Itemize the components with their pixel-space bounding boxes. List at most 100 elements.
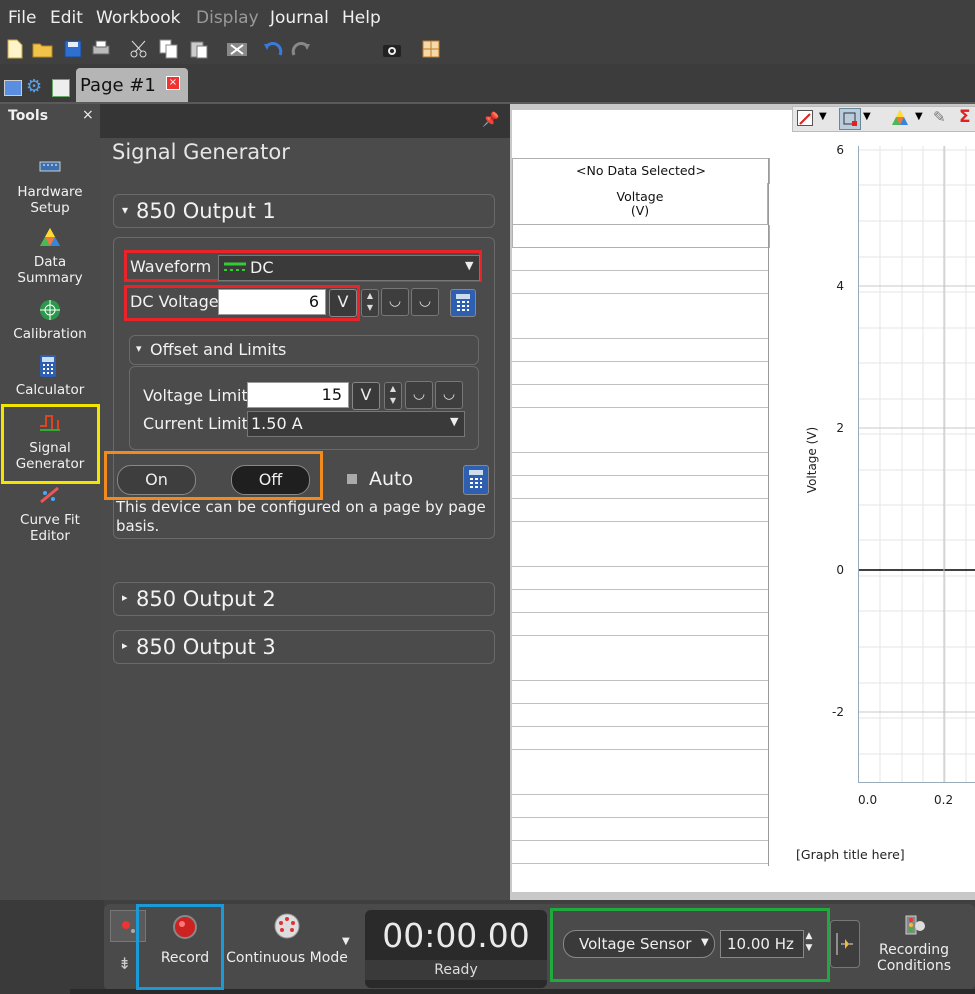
scale-to-fit-icon[interactable]	[797, 110, 813, 126]
tools-close-icon[interactable]: ×	[82, 107, 94, 123]
table-row[interactable]	[512, 430, 768, 454]
chevron-down-icon[interactable]: ▼	[863, 111, 871, 122]
table-row[interactable]	[512, 818, 768, 841]
table-row[interactable]	[512, 544, 768, 568]
table-row[interactable]	[512, 362, 768, 385]
chevron-down-icon[interactable]: ▼	[819, 111, 827, 122]
table-row[interactable]	[512, 795, 768, 819]
menu-journal[interactable]: Journal	[270, 8, 329, 28]
table-row[interactable]	[512, 681, 768, 705]
y-tick: -2	[832, 705, 844, 719]
table-row[interactable]	[512, 612, 768, 636]
table-row[interactable]	[512, 726, 768, 750]
dc-voltage-unit[interactable]: V	[329, 289, 357, 317]
output-3-header[interactable]: ▸ 850 Output 3	[113, 630, 495, 664]
calculator-icon[interactable]	[450, 289, 476, 317]
step-down-icon[interactable]: ◡	[405, 381, 433, 409]
chevron-down-icon[interactable]: ▼	[915, 111, 923, 122]
tab-page-1[interactable]: Page #1 ×	[76, 68, 188, 102]
table-row[interactable]	[512, 248, 768, 271]
on-button[interactable]: On	[117, 465, 196, 495]
menu-help[interactable]: Help	[342, 8, 381, 28]
sum-icon[interactable]: Σ	[959, 107, 971, 127]
dc-voltage-input[interactable]: 6	[218, 289, 326, 315]
page-grid-icon[interactable]	[52, 79, 70, 97]
table-row[interactable]	[512, 407, 768, 431]
tool-hardware-setup[interactable]: Hardware Setup	[0, 156, 100, 216]
annotation-icon[interactable]: ✎	[933, 108, 946, 126]
table-row[interactable]	[512, 498, 768, 522]
voltage-limit-input[interactable]: 15	[247, 382, 349, 408]
current-limit-select[interactable]: 1.50 A ▼	[247, 411, 465, 437]
waveform-select[interactable]: DC ▼	[218, 255, 480, 281]
pin-icon[interactable]: 📌	[482, 112, 499, 128]
table-row[interactable]	[512, 293, 768, 317]
delete-icon[interactable]	[226, 38, 248, 60]
menu-display[interactable]: Display	[196, 8, 259, 28]
table-row[interactable]	[512, 749, 768, 773]
graph-title[interactable]: [Graph title here]	[796, 847, 905, 862]
data-selection-icon[interactable]	[839, 108, 861, 130]
table-data-selector[interactable]: <No Data Selected>	[512, 158, 770, 184]
output-1-header[interactable]: ▾ 850 Output 1	[113, 194, 495, 228]
table-row[interactable]	[512, 635, 768, 659]
gear-icon[interactable]: ⚙	[26, 76, 42, 97]
table-row[interactable]	[512, 476, 768, 499]
table-empty-row[interactable]	[512, 225, 770, 248]
table-row[interactable]	[512, 840, 768, 864]
table-row[interactable]	[512, 339, 768, 363]
tool-calculator[interactable]: Calculator	[0, 354, 100, 398]
auto-checkbox[interactable]	[347, 474, 357, 484]
menu-workbook[interactable]: Workbook	[96, 8, 181, 28]
tool-label: Data Summary	[17, 254, 83, 286]
workbook-grid-icon[interactable]	[420, 38, 442, 60]
menu-file[interactable]: File	[8, 8, 36, 28]
output-2-header[interactable]: ▸ 850 Output 2	[113, 582, 495, 616]
dc-voltage-stepper[interactable]: ▲ ▼	[361, 289, 379, 317]
output-1-title: 850 Output 1	[136, 199, 276, 223]
voltage-limit-unit[interactable]: V	[352, 382, 380, 410]
y-axis-label[interactable]: Voltage (V)	[805, 415, 819, 505]
table-row[interactable]	[512, 704, 768, 727]
voltage-limit-stepper[interactable]: ▲ ▼	[384, 382, 402, 410]
table-row[interactable]	[512, 270, 768, 294]
recording-conditions-button[interactable]: Recording Conditions	[868, 942, 960, 974]
close-icon[interactable]: ×	[166, 76, 180, 90]
camera-icon[interactable]	[382, 38, 404, 60]
expand-controls-icon[interactable]: ⇟	[118, 954, 131, 973]
offset-limits-header[interactable]: ▾ Offset and Limits	[129, 335, 479, 365]
menu-edit[interactable]: Edit	[50, 8, 83, 28]
mode-button[interactable]: Continuous Mode	[225, 950, 349, 966]
print-icon[interactable]	[90, 38, 112, 60]
new-file-icon[interactable]	[4, 38, 26, 60]
tool-calibration[interactable]: Calibration	[0, 298, 100, 342]
step-up-icon[interactable]: ◡	[435, 381, 463, 409]
step-down-icon[interactable]: ◡	[381, 288, 409, 316]
step-up-icon[interactable]: ◡	[411, 288, 439, 316]
tool-data-summary[interactable]: Data Summary	[0, 226, 100, 286]
table-row[interactable]	[512, 590, 768, 613]
table-row[interactable]	[512, 658, 768, 682]
cut-icon[interactable]	[128, 38, 150, 60]
save-icon[interactable]	[62, 38, 84, 60]
graph-plot-area[interactable]	[858, 146, 975, 783]
open-folder-icon[interactable]	[32, 38, 54, 60]
data-summary-icon[interactable]	[891, 109, 909, 127]
tool-curve-fit-editor[interactable]: Curve Fit Editor	[0, 484, 100, 544]
table-row[interactable]	[512, 453, 768, 477]
table-row[interactable]	[512, 772, 768, 796]
table-row[interactable]	[512, 384, 768, 408]
table-row[interactable]	[512, 567, 768, 591]
table-row[interactable]	[512, 521, 768, 545]
calculator-icon[interactable]	[463, 465, 489, 495]
sampling-options-icon[interactable]	[830, 920, 860, 968]
off-button[interactable]: Off	[231, 465, 310, 495]
copy-icon[interactable]	[158, 38, 180, 60]
window-icon[interactable]	[4, 80, 22, 96]
table-column-header[interactable]: Voltage (V)	[512, 183, 768, 225]
paste-icon[interactable]	[188, 38, 210, 60]
undo-icon[interactable]	[262, 38, 284, 60]
redo-icon[interactable]	[290, 38, 312, 60]
chevron-down-icon[interactable]: ▼	[342, 936, 350, 947]
table-row[interactable]	[512, 316, 768, 340]
